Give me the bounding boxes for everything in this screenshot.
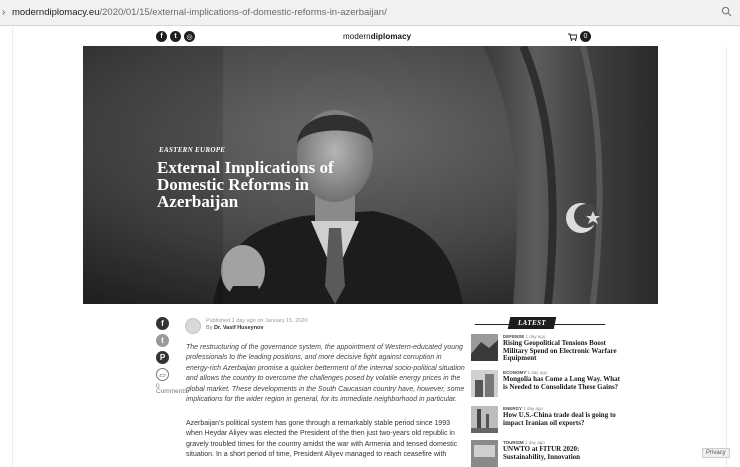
url-path: /2020/01/15/external-implications-of-dom… — [99, 7, 387, 18]
article-lead: The restructuring of the governance syst… — [186, 344, 465, 404]
logo-light: modern — [343, 32, 371, 41]
privacy-badge[interactable]: Privacy — [702, 448, 730, 458]
news-item[interactable]: ECONOMY 1 day ago Mongolia has Come a Lo… — [471, 370, 621, 397]
comment-icon[interactable]: ▭ — [156, 368, 169, 381]
news-item[interactable]: TOURISM 1 day ago UNWTO at FITUR 2020: S… — [471, 440, 621, 467]
cart-button[interactable]: 0 — [568, 31, 591, 42]
share-column: f t P ▭ 0 Comments — [156, 317, 187, 395]
back-icon[interactable]: › — [2, 7, 5, 18]
hero-category[interactable]: EASTERN EUROPE — [159, 146, 225, 154]
news-item[interactable]: DEFENSE 1 day ago Rising Geopolitical Te… — [471, 334, 621, 363]
pinterest-icon[interactable]: P — [156, 351, 169, 364]
news-thumbnail[interactable] — [471, 370, 498, 397]
news-thumbnail[interactable] — [471, 406, 498, 433]
social-links: f t ◎ — [156, 31, 195, 42]
top-nav: f t ◎ moderndiplomacy 0 — [13, 27, 728, 47]
url-text[interactable]: moderndiplomacy.eu/2020/01/15/external-i… — [12, 7, 387, 18]
cart-icon — [568, 33, 577, 41]
news-thumbnail[interactable] — [471, 440, 498, 467]
cart-count: 0 — [580, 31, 591, 42]
published-date: Published 1 day ago on January 15, 2020 — [206, 318, 308, 324]
url-host: moderndiplomacy.eu — [12, 7, 100, 18]
news-title[interactable]: How U.S.-China trade deal is going to im… — [503, 411, 621, 427]
news-thumbnail[interactable] — [471, 334, 498, 361]
facebook-icon[interactable]: f — [156, 31, 167, 42]
avatar[interactable] — [185, 318, 201, 334]
article-body: Azerbaijan's political system has gone t… — [186, 420, 458, 459]
news-item[interactable]: ENERGY 1 day ago How U.S.-China trade de… — [471, 406, 621, 433]
news-title[interactable]: Rising Geopolitical Tensions Boost Milit… — [503, 339, 621, 363]
byline-by: By — [206, 325, 213, 331]
address-bar[interactable]: › moderndiplomacy.eu/2020/01/15/external… — [0, 0, 740, 26]
search-icon[interactable] — [721, 6, 732, 17]
twitter-icon[interactable]: t — [170, 31, 181, 42]
twitter-icon[interactable]: t — [156, 334, 169, 347]
latest-heading: LATEST — [507, 317, 557, 329]
comments-label[interactable]: Comments — [156, 388, 187, 395]
instagram-icon[interactable]: ◎ — [184, 31, 195, 42]
hero-title[interactable]: External Implications of Domestic Reform… — [157, 159, 377, 210]
logo-bold: diplomacy — [370, 32, 412, 41]
site-logo[interactable]: moderndiplomacy — [343, 32, 411, 41]
news-title[interactable]: UNWTO at FITUR 2020: Sustainability, Inn… — [503, 445, 621, 461]
news-title[interactable]: Mongolia has Come a Long Way. What is Ne… — [503, 375, 621, 391]
hero-image[interactable]: EASTERN EUROPE External Implications of … — [83, 46, 658, 304]
author-name[interactable]: Dr. Vasif Huseynov — [214, 325, 264, 331]
byline: By Dr. Vasif Huseynov — [206, 325, 308, 332]
author-block: Published 1 day ago on January 15, 2020 … — [185, 318, 308, 334]
latest-label: LATEST — [518, 319, 547, 327]
facebook-icon[interactable]: f — [156, 317, 169, 330]
page: f t ◎ moderndiplomacy 0 EASTERN EUROPE E… — [12, 27, 728, 467]
